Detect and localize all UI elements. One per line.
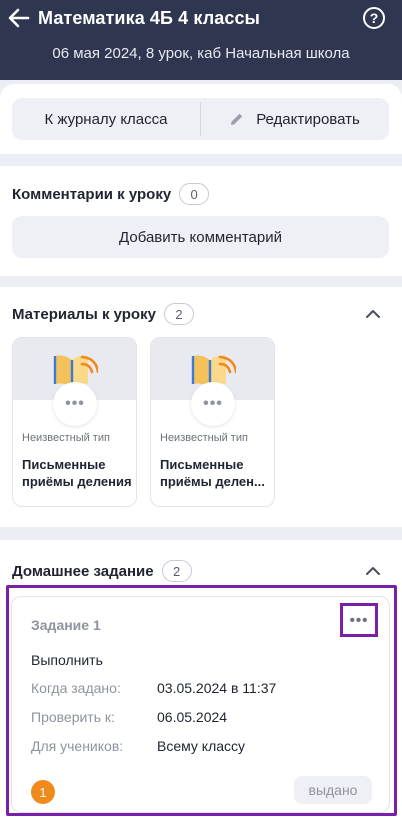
comments-card: Комментарии к уроку 0 Добавить комментар… bbox=[0, 166, 402, 276]
material-card[interactable]: ••• Неизвестный тип Письменные приёмы де… bbox=[150, 337, 275, 507]
add-comment-button[interactable]: Добавить комментарий bbox=[12, 216, 389, 258]
check-value: 06.05.2024 bbox=[157, 709, 228, 725]
comments-count-badge: 0 bbox=[179, 183, 210, 205]
chevron-up-icon[interactable] bbox=[366, 566, 380, 575]
pencil-icon bbox=[231, 113, 243, 125]
materials-title: Материалы к уроку bbox=[12, 305, 156, 323]
task-action: Выполнить bbox=[31, 652, 103, 668]
class-journal-label: К журналу класса bbox=[44, 110, 168, 128]
students-value: Всему классу bbox=[157, 738, 246, 754]
material-card[interactable]: ••• Неизвестный тип Письменные приёмы де… bbox=[12, 337, 137, 507]
back-arrow-icon[interactable] bbox=[8, 8, 30, 28]
assigned-label: Когда задано: bbox=[31, 680, 121, 696]
task-number-badge: 1 bbox=[31, 780, 55, 804]
homework-task-card[interactable]: Задание 1 Выполнить Когда задано: 03.05.… bbox=[11, 596, 390, 813]
comments-title: Комментарии к уроку bbox=[12, 185, 172, 203]
edit-label: Редактировать bbox=[256, 110, 360, 128]
homework-count-badge: 2 bbox=[161, 560, 192, 582]
materials-count-badge: 2 bbox=[163, 303, 194, 325]
task-more-options-icon[interactable]: ••• bbox=[341, 605, 377, 635]
lesson-subtitle: 06 мая 2024, 8 урок, каб Начальная школа bbox=[52, 45, 350, 62]
comments-header: Комментарии к уроку 0 bbox=[12, 183, 210, 205]
help-icon[interactable]: ? bbox=[363, 7, 385, 29]
status-badge: выдано bbox=[294, 776, 372, 804]
material-type: Неизвестный тип bbox=[22, 432, 110, 444]
material-name: Письменные приёмы делен... bbox=[160, 457, 265, 489]
more-options-icon[interactable]: ••• bbox=[53, 382, 97, 426]
class-journal-button[interactable]: К журналу класса bbox=[12, 98, 200, 140]
task-title: Задание 1 bbox=[31, 617, 101, 633]
homework-title: Домашнее задание bbox=[12, 562, 154, 580]
actions-card: К журналу класса Редактировать bbox=[0, 84, 402, 154]
students-label: Для учеников: bbox=[31, 738, 124, 754]
edit-button[interactable]: Редактировать bbox=[201, 98, 389, 140]
chevron-up-icon[interactable] bbox=[366, 309, 380, 318]
materials-card: Материалы к уроку 2 ••• Неизвестный тип … bbox=[0, 287, 402, 527]
materials-header: Материалы к уроку 2 bbox=[12, 303, 194, 325]
more-options-icon[interactable]: ••• bbox=[191, 382, 235, 426]
check-label: Проверить к: bbox=[31, 709, 115, 725]
action-buttons: К журналу класса Редактировать bbox=[12, 98, 389, 140]
lesson-title: Математика 4Б 4 классы bbox=[38, 8, 261, 28]
homework-header: Домашнее задание 2 bbox=[12, 560, 192, 582]
assigned-value: 03.05.2024 в 11:37 bbox=[157, 680, 277, 696]
top-bar: Математика 4Б 4 классы ? 06 мая 2024, 8 … bbox=[0, 0, 402, 80]
material-name: Письменные приёмы деления bbox=[22, 457, 132, 489]
material-type: Неизвестный тип bbox=[160, 432, 248, 444]
